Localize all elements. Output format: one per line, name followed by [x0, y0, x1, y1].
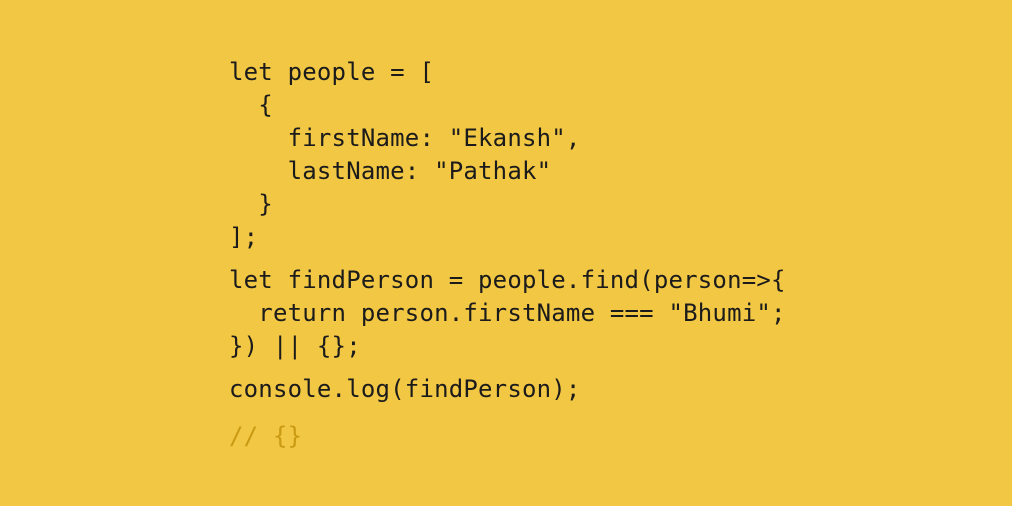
code-line-object-open: {	[229, 91, 273, 119]
code-line-console-log: console.log(findPerson);	[229, 375, 581, 403]
code-line-fallback: }) || {};	[229, 332, 361, 360]
code-line-first-name: firstName: "Ekansh",	[229, 124, 581, 152]
code-line-last-name: lastName: "Pathak"	[229, 157, 552, 185]
code-line-comment: // {}	[229, 422, 303, 450]
code-line-array-close: ];	[229, 223, 259, 251]
code-line-return: return person.firstName === "Bhumi";	[229, 299, 786, 327]
code-line-find-person: let findPerson = people.find(person=>{	[229, 266, 786, 294]
code-line-people-declaration: let people = [	[229, 58, 435, 86]
code-snippet-image: { "background_color": "#f2c744", "text_c…	[0, 0, 1012, 506]
code-line-object-close: }	[229, 190, 273, 218]
